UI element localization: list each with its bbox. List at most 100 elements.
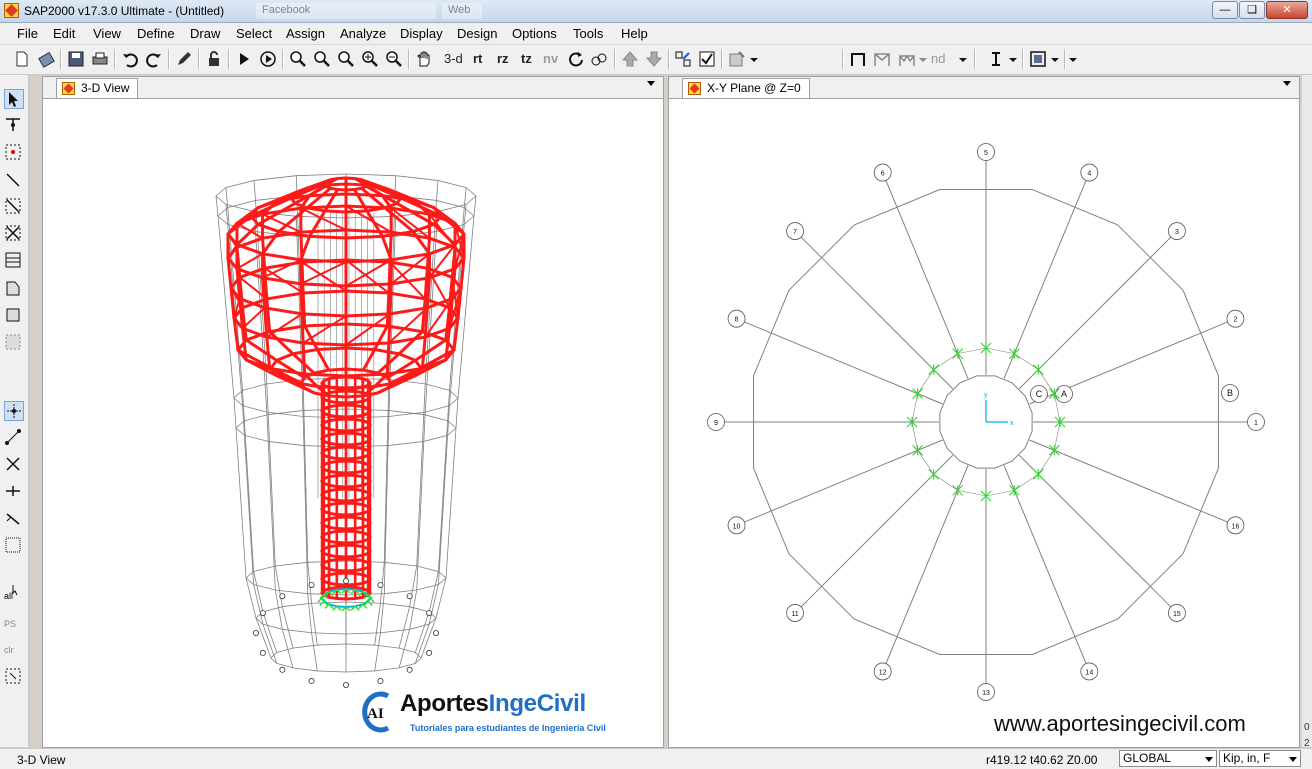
tank-brace xyxy=(264,267,304,294)
zoom-out-icon[interactable] xyxy=(384,49,404,69)
check-display-icon[interactable] xyxy=(697,49,717,69)
maximize-button[interactable]: ❑ xyxy=(1239,1,1265,19)
snap-ends-icon[interactable] xyxy=(4,428,22,446)
text-cursor-icon[interactable] xyxy=(986,49,1006,69)
menu-assign[interactable]: Assign xyxy=(286,26,325,41)
quick-draw-area-icon[interactable] xyxy=(4,333,22,351)
display-options-icon[interactable] xyxy=(727,49,747,69)
coordinate-system-select[interactable]: GLOBAL xyxy=(1119,750,1217,767)
move-up-icon[interactable] xyxy=(620,49,640,69)
rubber-band-zoom-icon[interactable] xyxy=(288,49,308,69)
open-file-icon[interactable] xyxy=(36,49,56,69)
perspective-toggle-icon[interactable] xyxy=(589,49,609,69)
clear-selection-label[interactable]: clr xyxy=(4,645,14,655)
shell-column xyxy=(303,445,309,594)
restore-previous-zoom-icon[interactable] xyxy=(336,49,356,69)
menu-view[interactable]: View xyxy=(93,26,121,41)
view-tz-button[interactable]: tz xyxy=(521,51,532,66)
pan-hand-icon[interactable] xyxy=(414,49,434,69)
toolbar-overflow-icon[interactable] xyxy=(1068,49,1078,69)
draw-poly-area-icon[interactable] xyxy=(4,279,22,297)
quick-draw-secondary-beams-icon[interactable] xyxy=(4,251,22,269)
grid-bubble-label: 4 xyxy=(1087,171,1091,178)
draw-dropdown-icon[interactable] xyxy=(919,49,927,69)
menu-display[interactable]: Display xyxy=(400,26,443,41)
draw-brace-icon[interactable] xyxy=(897,49,917,69)
grid-bubble-small xyxy=(432,630,439,637)
print-icon[interactable] xyxy=(90,49,110,69)
display-options-dropdown-icon[interactable] xyxy=(749,49,759,69)
menu-define[interactable]: Define xyxy=(137,26,175,41)
snap-perpendicular-icon[interactable] xyxy=(4,482,22,500)
undo-icon[interactable] xyxy=(120,49,140,69)
nd-dropdown-icon[interactable] xyxy=(958,49,968,69)
snap-lines-icon[interactable] xyxy=(4,509,22,527)
zoom-in-icon[interactable] xyxy=(360,49,380,69)
view-rt-button[interactable]: rt xyxy=(473,51,482,66)
grid-bubble-label: 3 xyxy=(1175,229,1179,236)
minimize-button[interactable]: — xyxy=(1212,1,1238,19)
reshape-object-icon[interactable] xyxy=(4,115,22,133)
menu-select[interactable]: Select xyxy=(236,26,272,41)
view-rz-button[interactable]: rz xyxy=(497,51,509,66)
run-analysis-icon[interactable] xyxy=(234,49,254,69)
restore-full-view-icon[interactable] xyxy=(312,49,332,69)
set-display-dropdown-icon[interactable] xyxy=(1050,49,1060,69)
model-3d-canvas[interactable] xyxy=(43,98,663,747)
view-3d-button[interactable]: 3-d xyxy=(444,51,463,66)
menu-design[interactable]: Design xyxy=(457,26,497,41)
pane-xy-dropdown-icon[interactable] xyxy=(1283,81,1291,86)
redo-icon[interactable] xyxy=(144,49,164,69)
draw-truss-icon[interactable] xyxy=(872,49,892,69)
view-nv-button[interactable]: nv xyxy=(543,51,558,66)
pointer-select-icon[interactable] xyxy=(4,89,24,109)
draw-frame-line-icon[interactable] xyxy=(4,171,22,189)
new-model-icon[interactable] xyxy=(12,49,32,69)
rotate-3d-icon[interactable] xyxy=(566,49,586,69)
quick-draw-braces-icon[interactable] xyxy=(4,224,22,242)
tank-member xyxy=(268,330,295,355)
menu-help[interactable]: Help xyxy=(621,26,648,41)
quick-draw-frame-icon[interactable] xyxy=(4,197,22,215)
tank-brace xyxy=(266,313,303,338)
lock-icon[interactable] xyxy=(204,49,224,69)
menu-edit[interactable]: Edit xyxy=(53,26,75,41)
menu-draw[interactable]: Draw xyxy=(190,26,220,41)
plan-view-canvas[interactable]: 5 4 3 2 1 16 15 14 13 12 11 10 9 8 7 6 A B Cx y xyxy=(669,98,1299,747)
pane-3d-view[interactable]: 3-D View xyxy=(42,76,664,748)
grid-bubble-small xyxy=(259,610,266,617)
grid-bubble-small xyxy=(252,630,259,637)
draw-frame-icon[interactable] xyxy=(848,49,868,69)
tab-xy-plane[interactable]: X-Y Plane @ Z=0 xyxy=(682,78,810,98)
snap-intersections-icon[interactable] xyxy=(4,455,22,473)
draw-joint-icon[interactable] xyxy=(4,143,22,161)
close-button[interactable]: ✕ xyxy=(1266,1,1308,19)
status-bar: 3-D View r419.12 t40.62 Z0.00 GLOBAL Kip… xyxy=(0,748,1312,769)
move-down-icon[interactable] xyxy=(644,49,664,69)
view-nd-button[interactable]: nd xyxy=(931,51,945,66)
interactive-selection-icon[interactable] xyxy=(4,667,22,685)
snap-points-icon[interactable] xyxy=(4,401,24,421)
sap2000-app-icon[interactable] xyxy=(4,3,19,18)
menu-options[interactable]: Options xyxy=(512,26,557,41)
previous-select-label[interactable]: PS xyxy=(4,619,16,629)
menu-analyze[interactable]: Analyze xyxy=(340,26,386,41)
save-icon[interactable] xyxy=(66,49,86,69)
tank-member xyxy=(299,232,304,263)
set-display-icon[interactable] xyxy=(1028,49,1048,69)
right-scrollbar[interactable] xyxy=(1302,75,1312,747)
cursor-dropdown-icon[interactable] xyxy=(1008,49,1018,69)
run-now-icon[interactable] xyxy=(258,49,278,69)
draw-rectangular-area-icon[interactable] xyxy=(4,306,22,324)
background-tab-facebook: Facebook xyxy=(256,3,436,19)
object-shrink-icon[interactable] xyxy=(673,49,693,69)
units-select[interactable]: Kip, in, F xyxy=(1219,750,1301,767)
tab-3d-view[interactable]: 3-D View xyxy=(56,78,139,98)
snap-grid-icon[interactable] xyxy=(4,536,22,554)
pane-3d-dropdown-icon[interactable] xyxy=(647,81,655,86)
menu-tools[interactable]: Tools xyxy=(573,26,603,41)
pane-xy-plane[interactable]: X-Y Plane @ Z=0 5 4 3 2 1 16 15 14 13 12 11 10 9 8 7 6 A… xyxy=(668,76,1300,748)
grid-bubble-label: 13 xyxy=(982,690,990,697)
menu-file[interactable]: File xyxy=(17,26,38,41)
pencil-icon[interactable] xyxy=(174,49,194,69)
